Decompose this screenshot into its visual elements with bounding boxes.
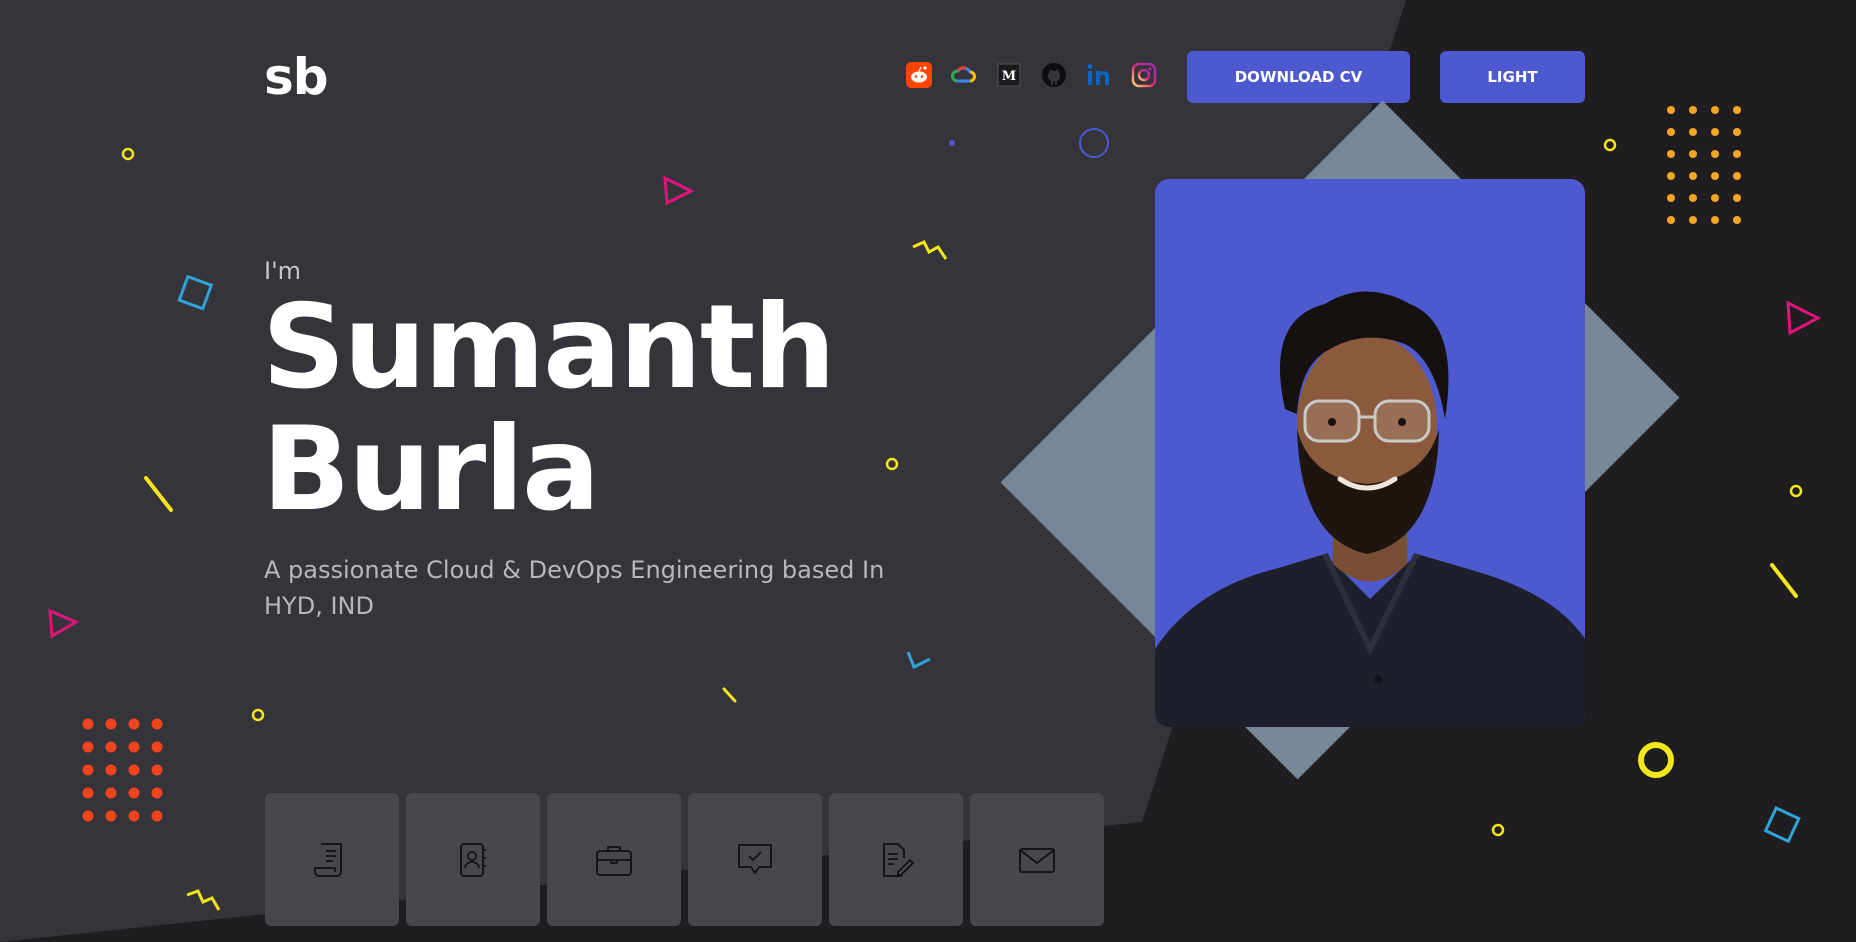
orange-dot [1689,172,1697,180]
site-logo[interactable]: sb [264,48,329,106]
orange-dot [1733,150,1741,158]
red-dot [151,718,163,730]
orange-dot [1667,172,1675,180]
nav-tile-contact[interactable] [970,793,1104,926]
red-dot [128,741,140,753]
last-name: Burla [262,402,600,537]
nav-tile-testimonials[interactable] [688,793,822,926]
orange-dot [1711,194,1719,202]
orange-dot [1667,150,1675,158]
briefcase-icon [596,845,632,876]
download-cv-button[interactable]: DOWNLOAD CV [1187,51,1410,103]
red-dot [128,764,140,776]
orange-dot [1711,150,1719,158]
orange-dot [1689,194,1697,202]
nav-tile-resume[interactable] [265,793,399,926]
reddit-icon[interactable] [906,62,932,88]
resume-icon [314,842,342,877]
contacts-icon [460,842,486,877]
red-dot [105,787,117,799]
google-cloud-icon[interactable] [951,62,977,88]
red-dot [82,810,94,822]
orange-dot [1711,216,1719,224]
orange-dot [1711,106,1719,114]
orange-dot [1733,106,1741,114]
nav-tile-contacts[interactable] [406,793,540,926]
red-dot [128,787,140,799]
svg-text:M: M [1002,69,1016,84]
red-dot [82,764,94,776]
red-dot [105,810,117,822]
orange-dot [1667,106,1675,114]
orange-dot [1711,128,1719,136]
orange-dot [1733,128,1741,136]
red-dot [105,741,117,753]
nav-tiles [265,793,1104,926]
red-dot [151,741,163,753]
orange-dot [1733,194,1741,202]
red-dot [82,741,94,753]
orange-dot [1689,128,1697,136]
testimonials-icon [738,843,772,874]
orange-dot [1689,150,1697,158]
nav-tile-portfolio[interactable] [547,793,681,926]
orange-dot [1667,128,1675,136]
orange-dot [1667,216,1675,224]
red-dot [151,810,163,822]
linkedin-icon[interactable] [1086,62,1112,88]
orange-dot [1711,172,1719,180]
orange-dot [1733,172,1741,180]
github-icon[interactable] [1041,62,1067,88]
red-dot [105,764,117,776]
orange-dot [1689,216,1697,224]
portrait-illustration [1155,291,1585,727]
mail-icon [1019,847,1055,873]
orange-dot [1689,106,1697,114]
red-dot [105,718,117,730]
instagram-icon[interactable] [1131,62,1157,88]
theme-toggle-button[interactable]: LIGHT [1440,51,1585,103]
red-dot [128,718,140,730]
orange-dot [1733,216,1741,224]
blog-icon [883,842,914,877]
social-links: M [906,62,1157,88]
hero-name: Sumanth Burla [262,280,836,537]
red-dot [128,810,140,822]
medium-icon[interactable]: M [996,62,1022,88]
red-dot [151,787,163,799]
nav-tile-blog[interactable] [829,793,963,926]
red-dot [151,764,163,776]
first-name: Sumanth [262,280,836,415]
tagline: A passionate Cloud & DevOps Engineering … [264,556,885,620]
red-dot [82,787,94,799]
red-dot [82,718,94,730]
profile-photo [1155,179,1585,727]
orange-dot [1667,194,1675,202]
